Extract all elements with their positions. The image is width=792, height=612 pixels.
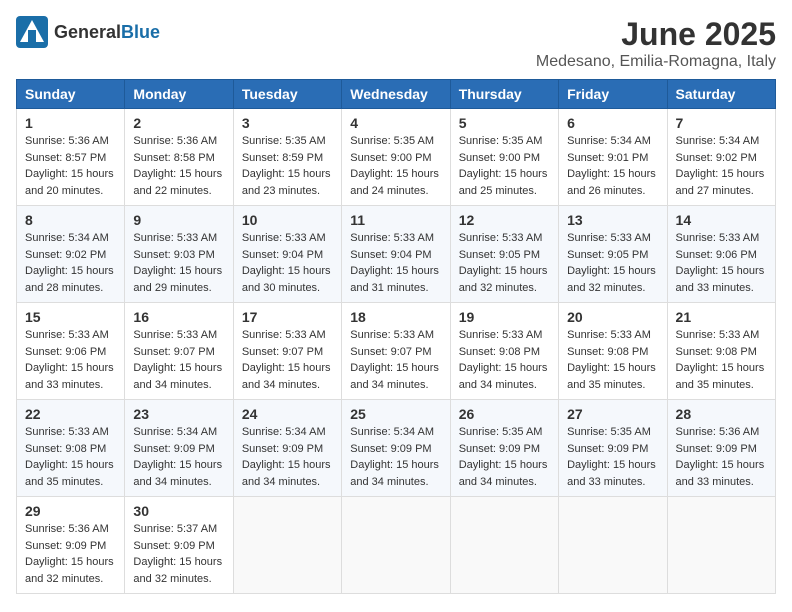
col-tuesday: Tuesday — [233, 80, 341, 109]
col-sunday: Sunday — [17, 80, 125, 109]
table-row: 2Sunrise: 5:36 AMSunset: 8:58 PMDaylight… — [125, 109, 233, 206]
table-row: 10Sunrise: 5:33 AMSunset: 9:04 PMDayligh… — [233, 206, 341, 303]
page-header: GeneralBlue June 2025 Medesano, Emilia-R… — [16, 16, 776, 71]
table-row — [667, 497, 775, 594]
calendar-header-row: Sunday Monday Tuesday Wednesday Thursday… — [17, 80, 776, 109]
title-block: June 2025 Medesano, Emilia-Romagna, Ital… — [536, 16, 776, 71]
table-row: 23Sunrise: 5:34 AMSunset: 9:09 PMDayligh… — [125, 400, 233, 497]
calendar-table: Sunday Monday Tuesday Wednesday Thursday… — [16, 79, 776, 594]
logo-icon — [16, 16, 48, 48]
table-row: 20Sunrise: 5:33 AMSunset: 9:08 PMDayligh… — [559, 303, 667, 400]
table-row — [233, 497, 341, 594]
table-row: 16Sunrise: 5:33 AMSunset: 9:07 PMDayligh… — [125, 303, 233, 400]
logo-text: GeneralBlue — [54, 22, 160, 43]
table-row — [559, 497, 667, 594]
table-row: 12Sunrise: 5:33 AMSunset: 9:05 PMDayligh… — [450, 206, 558, 303]
table-row: 17Sunrise: 5:33 AMSunset: 9:07 PMDayligh… — [233, 303, 341, 400]
table-row: 27Sunrise: 5:35 AMSunset: 9:09 PMDayligh… — [559, 400, 667, 497]
table-row: 8Sunrise: 5:34 AMSunset: 9:02 PMDaylight… — [17, 206, 125, 303]
table-row: 5Sunrise: 5:35 AMSunset: 9:00 PMDaylight… — [450, 109, 558, 206]
logo: GeneralBlue — [16, 16, 160, 48]
main-title: June 2025 — [536, 16, 776, 53]
table-row: 28Sunrise: 5:36 AMSunset: 9:09 PMDayligh… — [667, 400, 775, 497]
table-row: 13Sunrise: 5:33 AMSunset: 9:05 PMDayligh… — [559, 206, 667, 303]
table-row: 26Sunrise: 5:35 AMSunset: 9:09 PMDayligh… — [450, 400, 558, 497]
table-row: 22Sunrise: 5:33 AMSunset: 9:08 PMDayligh… — [17, 400, 125, 497]
table-row: 18Sunrise: 5:33 AMSunset: 9:07 PMDayligh… — [342, 303, 450, 400]
col-thursday: Thursday — [450, 80, 558, 109]
col-friday: Friday — [559, 80, 667, 109]
calendar-week-5: 29Sunrise: 5:36 AMSunset: 9:09 PMDayligh… — [17, 497, 776, 594]
logo-blue: Blue — [121, 22, 160, 42]
table-row: 14Sunrise: 5:33 AMSunset: 9:06 PMDayligh… — [667, 206, 775, 303]
calendar-week-4: 22Sunrise: 5:33 AMSunset: 9:08 PMDayligh… — [17, 400, 776, 497]
logo-general: General — [54, 22, 121, 42]
col-saturday: Saturday — [667, 80, 775, 109]
table-row: 11Sunrise: 5:33 AMSunset: 9:04 PMDayligh… — [342, 206, 450, 303]
col-monday: Monday — [125, 80, 233, 109]
table-row: 1Sunrise: 5:36 AMSunset: 8:57 PMDaylight… — [17, 109, 125, 206]
table-row: 21Sunrise: 5:33 AMSunset: 9:08 PMDayligh… — [667, 303, 775, 400]
table-row: 9Sunrise: 5:33 AMSunset: 9:03 PMDaylight… — [125, 206, 233, 303]
subtitle: Medesano, Emilia-Romagna, Italy — [536, 53, 776, 71]
col-wednesday: Wednesday — [342, 80, 450, 109]
table-row: 30Sunrise: 5:37 AMSunset: 9:09 PMDayligh… — [125, 497, 233, 594]
table-row: 3Sunrise: 5:35 AMSunset: 8:59 PMDaylight… — [233, 109, 341, 206]
calendar-week-3: 15Sunrise: 5:33 AMSunset: 9:06 PMDayligh… — [17, 303, 776, 400]
table-row: 6Sunrise: 5:34 AMSunset: 9:01 PMDaylight… — [559, 109, 667, 206]
table-row: 24Sunrise: 5:34 AMSunset: 9:09 PMDayligh… — [233, 400, 341, 497]
calendar-week-2: 8Sunrise: 5:34 AMSunset: 9:02 PMDaylight… — [17, 206, 776, 303]
table-row — [450, 497, 558, 594]
table-row: 29Sunrise: 5:36 AMSunset: 9:09 PMDayligh… — [17, 497, 125, 594]
table-row: 7Sunrise: 5:34 AMSunset: 9:02 PMDaylight… — [667, 109, 775, 206]
table-row: 4Sunrise: 5:35 AMSunset: 9:00 PMDaylight… — [342, 109, 450, 206]
table-row: 15Sunrise: 5:33 AMSunset: 9:06 PMDayligh… — [17, 303, 125, 400]
calendar-week-1: 1Sunrise: 5:36 AMSunset: 8:57 PMDaylight… — [17, 109, 776, 206]
table-row: 25Sunrise: 5:34 AMSunset: 9:09 PMDayligh… — [342, 400, 450, 497]
table-row: 19Sunrise: 5:33 AMSunset: 9:08 PMDayligh… — [450, 303, 558, 400]
table-row — [342, 497, 450, 594]
